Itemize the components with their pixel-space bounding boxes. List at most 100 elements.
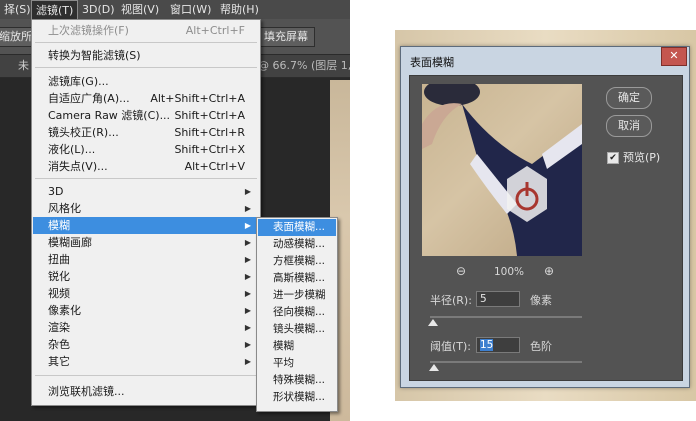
close-button[interactable]: ✕ [661, 47, 687, 66]
photoshop-window: 择(S) 滤镜(T) 3D(D) 视图(V) 窗口(W) 帮助(H) 缩放所有 … [0, 0, 350, 421]
menu-item-other[interactable]: 其它 ▶ [33, 353, 259, 370]
submenu-item-radial-blur[interactable]: 径向模糊... [258, 304, 336, 321]
menu-item-label: 自适应广角(A)... [48, 92, 130, 105]
menu-item-label: 其它 [48, 355, 70, 368]
preview-checkbox[interactable]: ✔ [607, 152, 619, 164]
menu-item-video[interactable]: 视频 ▶ [33, 285, 259, 302]
document-tab[interactable]: @ 66.7% (图层 1, R [258, 55, 350, 77]
menu-divider [35, 42, 257, 43]
threshold-unit: 色阶 [530, 340, 552, 353]
menu-filter[interactable]: 滤镜(T) [31, 0, 79, 19]
fill-screen-button[interactable]: 填充屏幕 [257, 27, 315, 47]
menu-select[interactable]: 择(S) [0, 0, 35, 19]
menu-item-blur-gallery[interactable]: 模糊画廊 ▶ [33, 234, 259, 251]
submenu-item-label: 高斯模糊... [273, 272, 326, 284]
submenu-item-motion-blur[interactable]: 动感模糊... [258, 236, 336, 253]
preview-image[interactable] [422, 84, 582, 256]
menu-3d[interactable]: 3D(D) [78, 0, 119, 19]
submenu-item-shape-blur[interactable]: 形状模糊... [258, 389, 336, 406]
menu-view[interactable]: 视图(V) [117, 0, 163, 19]
menu-item-shortcut: Shift+Ctrl+R [174, 126, 245, 139]
submenu-arrow-icon: ▶ [244, 255, 251, 264]
submenu-item-label: 方框模糊... [273, 255, 326, 267]
menu-item-convert-smart[interactable]: 转换为智能滤镜(S) [33, 47, 259, 64]
ok-button[interactable]: 确定 [606, 87, 652, 109]
submenu-item-label: 特殊模糊... [273, 374, 326, 386]
submenu-arrow-icon: ▶ [244, 323, 251, 332]
cancel-button[interactable]: 取消 [606, 115, 652, 137]
menu-item-label: 模糊画廊 [48, 236, 92, 249]
submenu-item-label: 平均 [273, 357, 294, 369]
submenu-arrow-icon: ▶ [244, 289, 251, 298]
menu-item-stylize[interactable]: 风格化 ▶ [33, 200, 259, 217]
menu-item-label: 模糊 [48, 219, 70, 232]
menu-divider [35, 178, 257, 179]
submenu-item-average[interactable]: 平均 [258, 355, 336, 372]
blur-submenu: 表面模糊... 动感模糊... 方框模糊... 高斯模糊... 进一步模糊 径向… [256, 217, 338, 412]
zoom-out-icon[interactable]: ⊖ [454, 264, 468, 278]
submenu-item-lens-blur[interactable]: 镜头模糊... [258, 321, 336, 338]
menu-item-camera-raw[interactable]: Camera Raw 滤镜(C)... Shift+Ctrl+A [33, 107, 259, 124]
threshold-input[interactable]: 15 [476, 337, 520, 353]
menu-item-noise[interactable]: 杂色 ▶ [33, 336, 259, 353]
radius-input[interactable]: 5 [476, 291, 520, 307]
radius-label: 半径(R): [430, 294, 472, 307]
menu-item-lens-correction[interactable]: 镜头校正(R)... Shift+Ctrl+R [33, 124, 259, 141]
menu-item-label: 视频 [48, 287, 70, 300]
menu-item-label: 镜头校正(R)... [48, 126, 119, 139]
menu-item-label: 锐化 [48, 270, 70, 283]
submenu-arrow-icon: ▶ [244, 238, 251, 247]
submenu-item-label: 径向模糊... [273, 306, 326, 318]
menu-divider [35, 67, 257, 68]
threshold-slider-thumb[interactable] [429, 364, 439, 371]
menu-window[interactable]: 窗口(W) [166, 0, 215, 19]
menu-item-label: 上次滤镜操作(F) [48, 24, 129, 37]
submenu-arrow-icon: ▶ [244, 221, 251, 230]
zoom-in-icon[interactable]: ⊕ [542, 264, 556, 278]
submenu-item-label: 镜头模糊... [273, 323, 326, 335]
menu-item-3d[interactable]: 3D ▶ [33, 183, 259, 200]
menu-item-label: Camera Raw 滤镜(C)... [48, 109, 171, 122]
menu-item-adaptive-wide-angle[interactable]: 自适应广角(A)... Alt+Shift+Ctrl+A [33, 90, 259, 107]
menu-item-render[interactable]: 渲染 ▶ [33, 319, 259, 336]
threshold-slider-track[interactable] [430, 361, 582, 363]
menu-item-pixelate[interactable]: 像素化 ▶ [33, 302, 259, 319]
menu-item-browse-online[interactable]: 浏览联机滤镜... [33, 383, 259, 400]
submenu-item-label: 形状模糊... [273, 391, 326, 403]
submenu-arrow-icon: ▶ [244, 357, 251, 366]
submenu-item-gaussian-blur[interactable]: 高斯模糊... [258, 270, 336, 287]
radius-slider-track[interactable] [430, 316, 582, 318]
zoom-level: 100% [494, 266, 525, 278]
menu-item-sharpen[interactable]: 锐化 ▶ [33, 268, 259, 285]
filter-menu: 上次滤镜操作(F) Alt+Ctrl+F 转换为智能滤镜(S) 滤镜库(G)..… [31, 19, 261, 406]
document-tab-stub[interactable]: 未 [18, 55, 29, 77]
menu-item-liquify[interactable]: 液化(L)... Shift+Ctrl+X [33, 141, 259, 158]
menu-item-shortcut: Shift+Ctrl+A [174, 109, 245, 122]
menu-help[interactable]: 帮助(H) [216, 0, 263, 19]
submenu-item-label: 动感模糊... [273, 238, 326, 250]
submenu-arrow-icon: ▶ [244, 272, 251, 281]
menu-item-blur[interactable]: 模糊 ▶ [33, 217, 259, 234]
submenu-item-blur-more[interactable]: 进一步模糊 [258, 287, 336, 304]
dialog-title: 表面模糊 [410, 56, 454, 69]
menu-bar: 择(S) 滤镜(T) 3D(D) 视图(V) 窗口(W) 帮助(H) [0, 0, 350, 19]
preview-checkbox-label: 预览(P) [623, 151, 661, 164]
menu-item-label: 渲染 [48, 321, 70, 334]
submenu-item-surface-blur[interactable]: 表面模糊... [258, 219, 336, 236]
menu-item-label: 扭曲 [48, 253, 70, 266]
menu-item-label: 消失点(V)... [48, 160, 108, 173]
threshold-value: 15 [480, 339, 494, 351]
submenu-item-box-blur[interactable]: 方框模糊... [258, 253, 336, 270]
menu-item-vanishing-point[interactable]: 消失点(V)... Alt+Ctrl+V [33, 158, 259, 175]
submenu-item-smart-blur[interactable]: 特殊模糊... [258, 372, 336, 389]
menu-item-label: 像素化 [48, 304, 81, 317]
menu-item-last-filter[interactable]: 上次滤镜操作(F) Alt+Ctrl+F [33, 22, 259, 39]
submenu-item-blur[interactable]: 模糊 [258, 338, 336, 355]
preview-photo-graphic [422, 84, 582, 256]
menu-item-label: 杂色 [48, 338, 70, 351]
radius-slider-thumb[interactable] [428, 319, 438, 326]
submenu-item-label: 模糊 [273, 340, 294, 352]
menu-item-filter-gallery[interactable]: 滤镜库(G)... [33, 73, 259, 90]
menu-item-distort[interactable]: 扭曲 ▶ [33, 251, 259, 268]
menu-item-label: 浏览联机滤镜... [48, 385, 125, 398]
